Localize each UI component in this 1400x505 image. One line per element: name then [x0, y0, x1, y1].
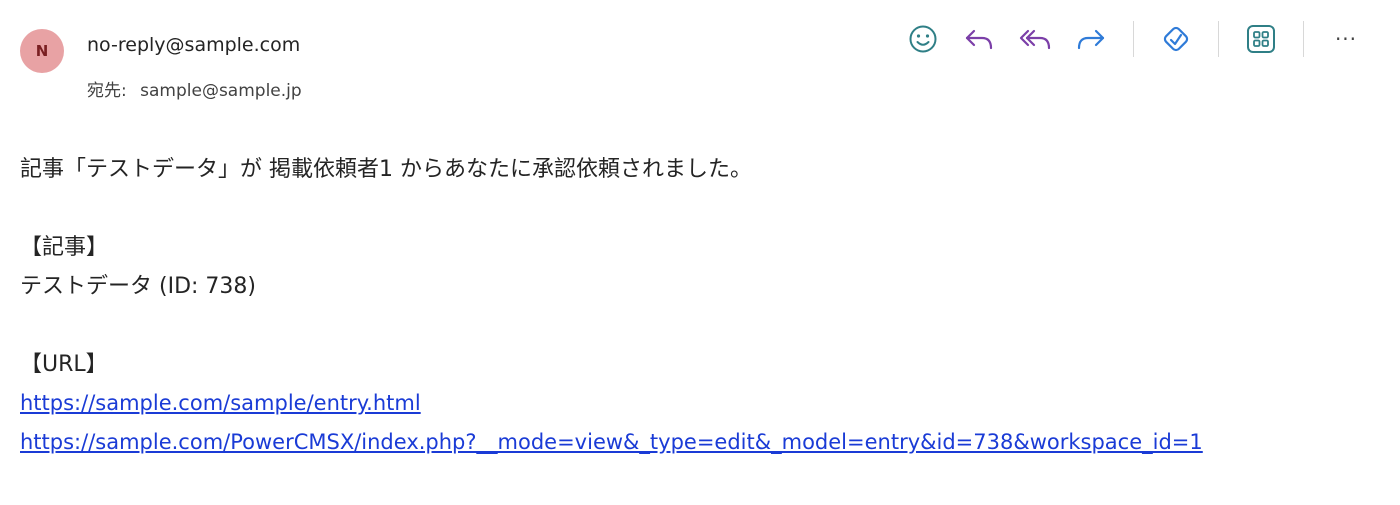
reply-all-icon: [1019, 29, 1051, 50]
react-button[interactable]: [901, 19, 945, 59]
more-actions-button[interactable]: ···: [1324, 19, 1368, 59]
sender-address[interactable]: no-reply@sample.com: [87, 34, 300, 56]
intro-text: 記事「テストデータ」が 掲載依頼者1 からあなたに承認依頼されました。: [20, 157, 752, 182]
forward-icon: [1077, 29, 1105, 50]
to-label: 宛先:: [87, 81, 127, 101]
recipient-row: 宛先: sample@sample.jp: [87, 76, 302, 101]
entry-link[interactable]: https://sample.com/sample/entry.html: [20, 391, 421, 415]
email-reading-pane: N no-reply@sample.com 宛先: sample@sample.…: [0, 0, 1400, 505]
categorize-button[interactable]: [1154, 19, 1198, 59]
article-heading: 【記事】: [20, 235, 109, 260]
tag-icon: [1163, 26, 1189, 52]
article-info: テストデータ (ID: 738): [20, 274, 256, 299]
reply-icon: [965, 29, 993, 50]
more-icon: ···: [1334, 27, 1358, 51]
edit-link[interactable]: https://sample.com/PowerCMSX/index.php?_…: [20, 430, 1203, 454]
apps-button[interactable]: [1239, 19, 1283, 59]
toolbar-divider: [1218, 21, 1219, 57]
recipient-address[interactable]: sample@sample.jp: [140, 81, 302, 101]
forward-button[interactable]: [1069, 19, 1113, 59]
sender-avatar[interactable]: N: [20, 29, 64, 73]
reply-all-button[interactable]: [1013, 19, 1057, 59]
apps-icon: [1247, 25, 1275, 53]
toolbar-divider: [1133, 21, 1134, 57]
message-toolbar: ···: [895, 18, 1374, 60]
message-body: 記事「テストデータ」が 掲載依頼者1 からあなたに承認依頼されました。 【記事】…: [20, 150, 1380, 462]
reply-button[interactable]: [957, 19, 1001, 59]
emoji-icon: [909, 25, 937, 53]
url-heading: 【URL】: [20, 352, 108, 377]
toolbar-divider: [1303, 21, 1304, 57]
